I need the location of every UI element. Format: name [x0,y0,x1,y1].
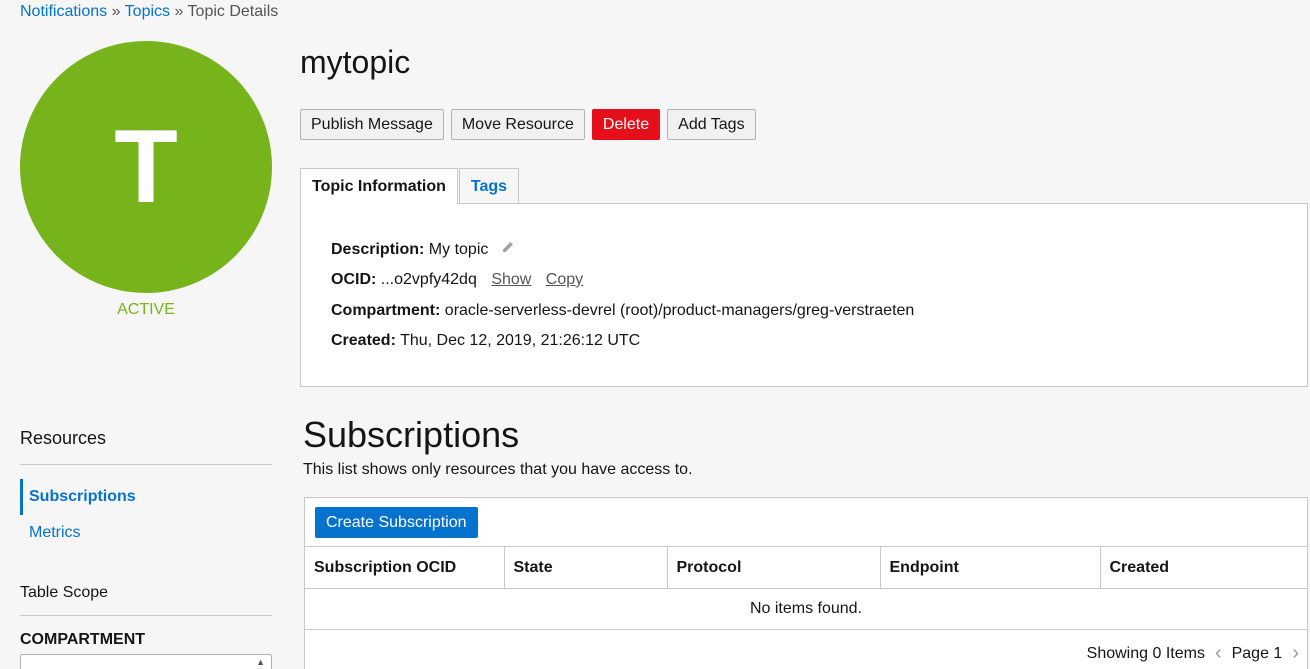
sidebar-item-subscriptions[interactable]: Subscriptions [20,479,272,515]
created-label: Created: [331,332,396,349]
subscriptions-table-panel: Create Subscription Subscription OCID St… [304,497,1308,669]
delete-button[interactable]: Delete [591,109,661,140]
copy-ocid-link[interactable]: Copy [546,271,583,288]
compartment-filter-label: COMPARTMENT [20,631,146,648]
divider [20,464,272,465]
table-toolbar: Create Subscription [315,507,478,538]
column-header-created[interactable]: Created [1100,546,1307,589]
table-scope-title: Table Scope [20,584,109,601]
empty-message: No items found. [305,588,1307,630]
description-value: My topic [428,241,489,258]
table-row: No items found. [305,588,1307,630]
breadcrumb-separator: » [174,3,184,20]
subscriptions-description: This list shows only resources that you … [303,461,693,478]
status-label: ACTIVE [117,301,175,318]
add-tags-button[interactable]: Add Tags [667,109,756,140]
compartment-select[interactable]: ▲▼ [20,654,272,669]
resources-title: Resources [20,428,107,448]
ocid-row: OCID: ...o2vpfy42dq Show Copy [331,271,583,289]
compartment-row: Compartment: oracle-serverless-devrel (r… [331,302,914,320]
page-number: Page 1 [1231,644,1283,662]
divider [20,615,272,616]
breadcrumb-separator: » [111,3,121,20]
publish-message-button[interactable]: Publish Message [300,109,444,140]
column-header-subscription-ocid[interactable]: Subscription OCID [305,546,505,589]
detail-tabs: Topic Information Tags [300,168,520,205]
description-label: Description: [331,241,425,258]
showing-count: Showing 0 Items [1086,644,1205,662]
tab-tags[interactable]: Tags [458,168,520,204]
sidebar-item-metrics[interactable]: Metrics [20,515,272,551]
ocid-label: OCID: [331,271,377,288]
avatar-letter: T [114,108,178,225]
tab-topic-information[interactable]: Topic Information [300,168,458,205]
subscriptions-table: Subscription OCID State Protocol Endpoin… [305,546,1307,630]
breadcrumb-topics[interactable]: Topics [125,3,170,20]
chevron-left-icon[interactable]: ‹ [1215,642,1222,665]
topic-information-panel: Description: My topic OCID: ...o2vpfy42d… [300,203,1308,387]
compartment-label: Compartment: [331,302,441,319]
create-subscription-button[interactable]: Create Subscription [315,507,478,538]
pencil-icon[interactable] [501,240,515,259]
column-header-protocol[interactable]: Protocol [667,546,881,589]
ocid-value: ...o2vpfy42dq [380,271,477,288]
description-row: Description: My topic [331,240,515,259]
compartment-value: oracle-serverless-devrel (root)/product-… [444,302,915,319]
show-ocid-link[interactable]: Show [491,271,531,288]
breadcrumb-notifications[interactable]: Notifications [20,3,107,20]
topic-avatar: T [20,41,272,293]
select-arrows-icon: ▲▼ [256,657,265,669]
breadcrumb: Notifications » Topics » Topic Details [20,3,278,21]
column-header-state[interactable]: State [504,546,668,589]
created-row: Created: Thu, Dec 12, 2019, 21:26:12 UTC [331,332,640,350]
column-header-endpoint[interactable]: Endpoint [880,546,1101,589]
action-bar: Publish Message Move Resource Delete Add… [300,109,756,140]
chevron-right-icon[interactable]: › [1292,642,1299,665]
breadcrumb-current: Topic Details [187,3,279,20]
created-value: Thu, Dec 12, 2019, 21:26:12 UTC [400,332,641,349]
move-resource-button[interactable]: Move Resource [450,109,585,140]
subscriptions-title: Subscriptions [303,414,520,455]
pagination: Showing 0 Items ‹ Page 1 › [1087,642,1299,665]
page-title: mytopic [300,44,411,80]
